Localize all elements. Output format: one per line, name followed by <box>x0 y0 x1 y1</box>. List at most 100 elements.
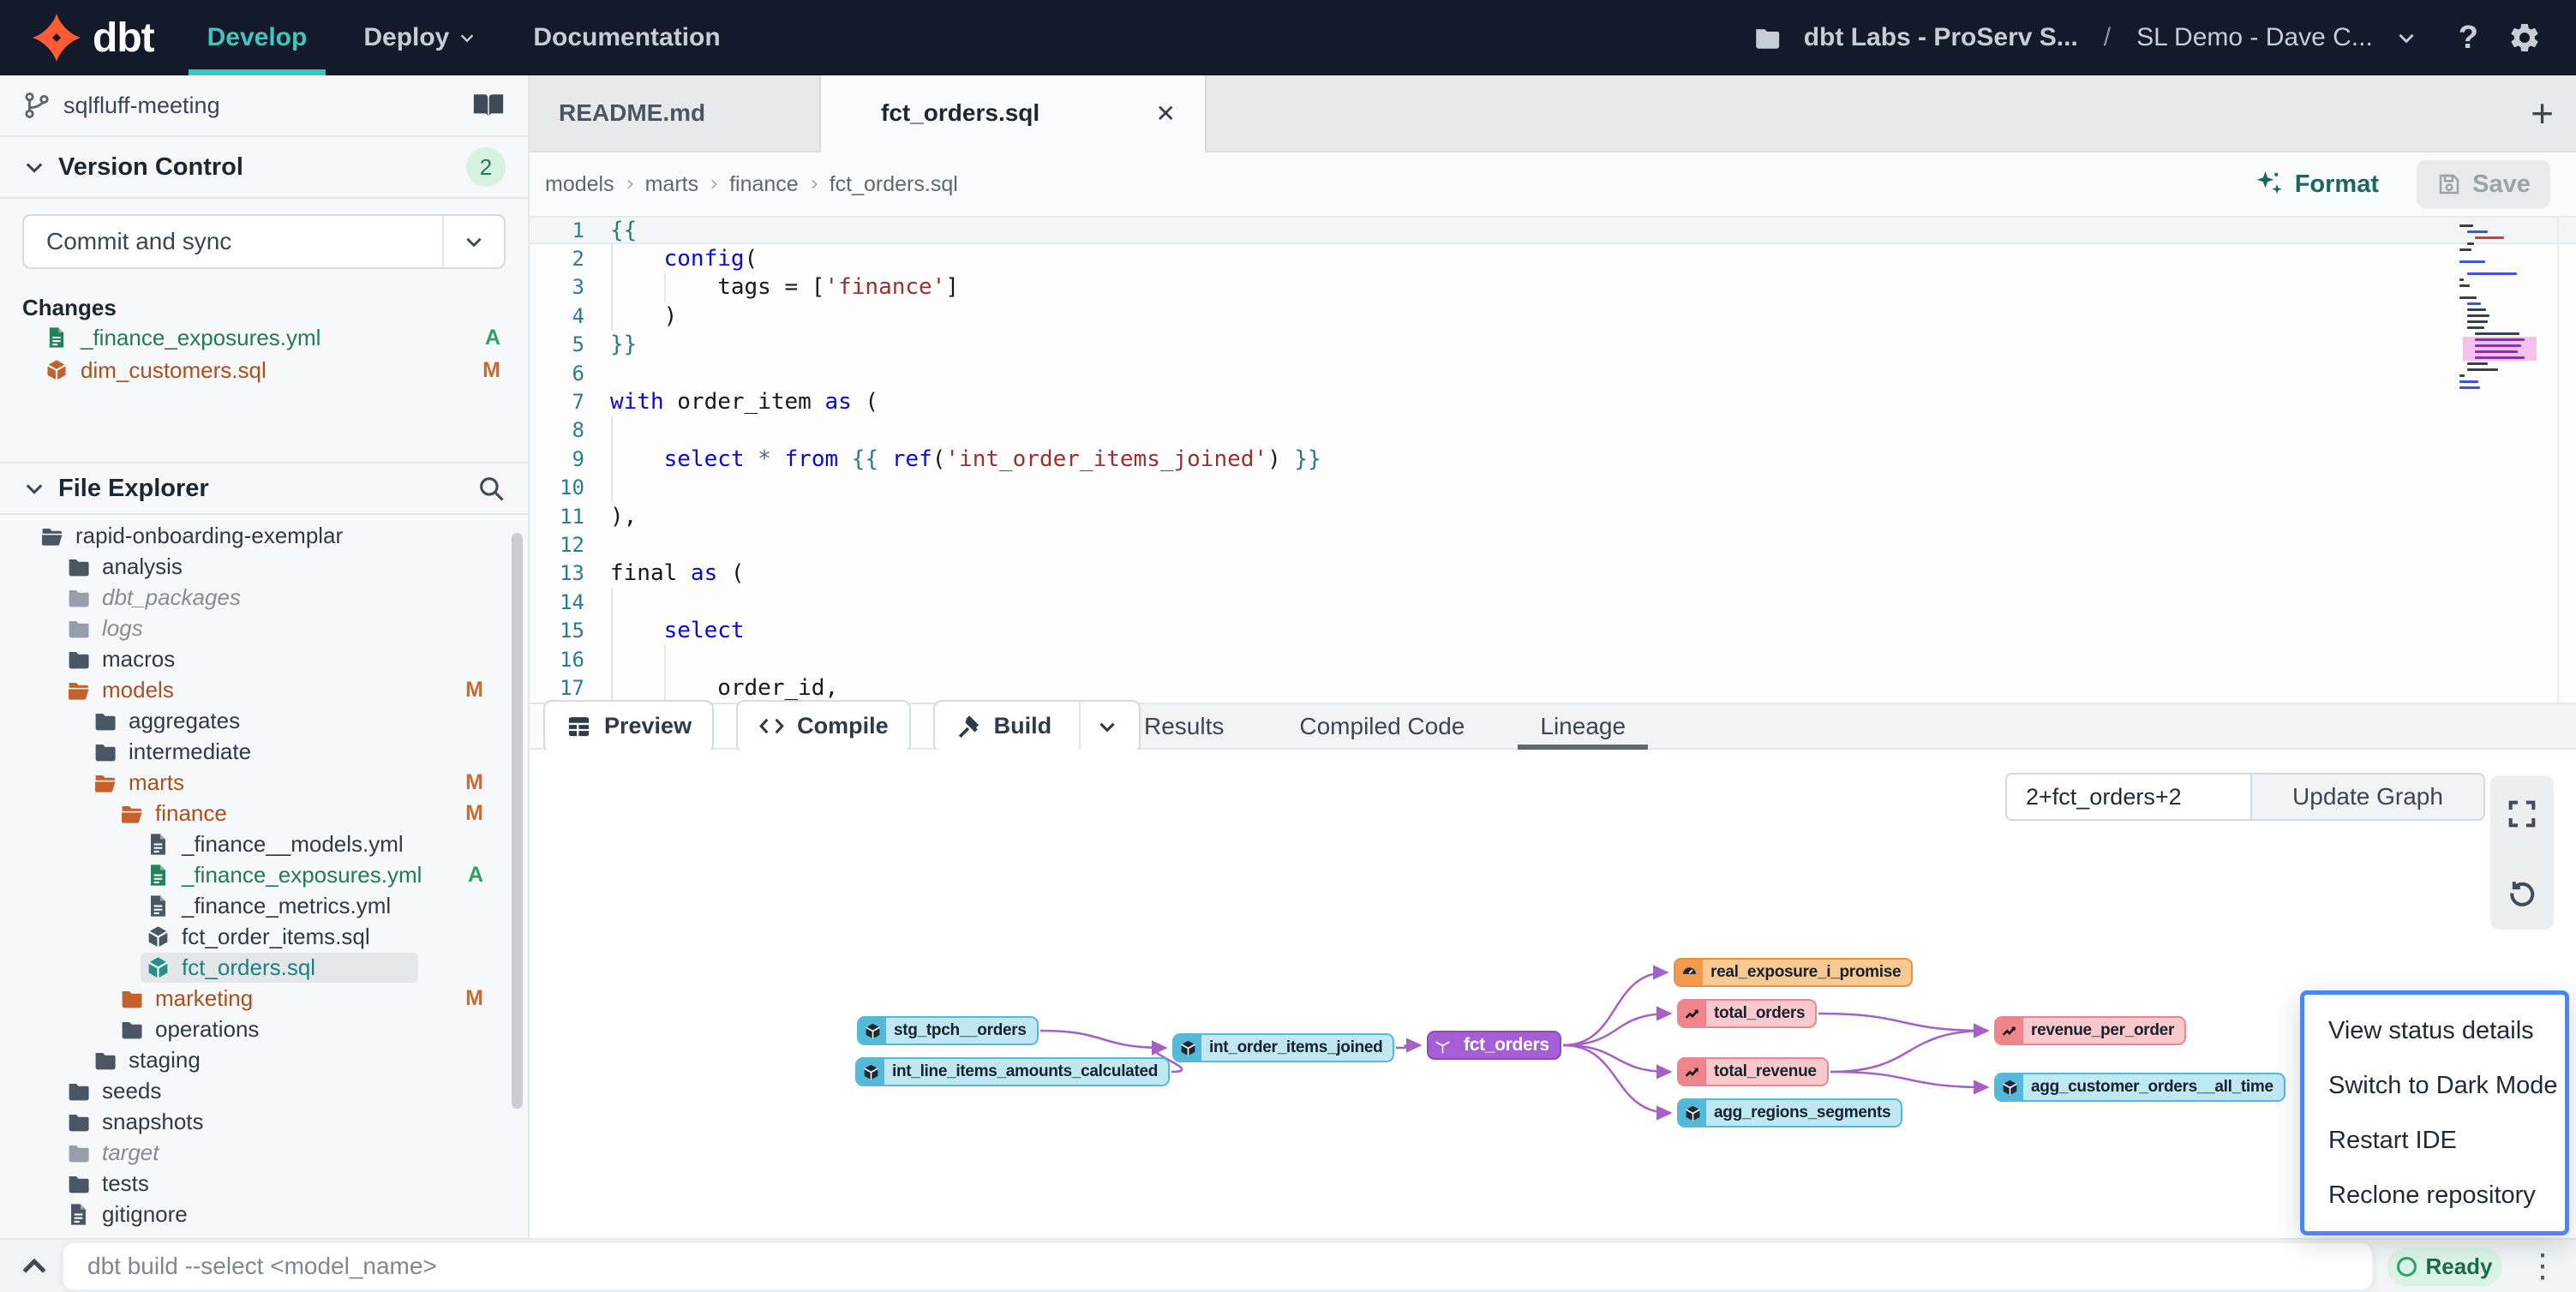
lineage-node-fct_orders[interactable]: fct_orders <box>1427 1031 1561 1060</box>
status-badge[interactable]: Ready <box>2387 1247 2502 1286</box>
dbt-logo[interactable]: dbt <box>33 14 154 62</box>
breadcrumb-segment[interactable]: finance <box>729 172 799 197</box>
panel-tab-lineage[interactable]: Lineage <box>1533 704 1632 748</box>
help-button[interactable]: ? <box>2459 20 2478 57</box>
lineage-node-stg_tpch__orders[interactable]: stg_tpch__orders <box>857 1016 1039 1045</box>
lineage-node-int_order_items_joined[interactable]: int_order_items_joined <box>1172 1033 1394 1062</box>
panel-tab-compiled-code[interactable]: Compiled Code <box>1292 704 1471 748</box>
code-line-10[interactable]: 10 <box>530 474 2576 502</box>
file-tree-item-tests[interactable]: tests <box>0 1168 528 1199</box>
lineage-node-revenue_per_order[interactable]: revenue_per_order <box>1994 1016 2186 1045</box>
file-tree-item-gitignore[interactable]: gitignore <box>0 1199 528 1229</box>
file-tree-item-snapshots[interactable]: snapshots <box>0 1106 528 1137</box>
file-tree-item-aggregates[interactable]: aggregates <box>0 705 528 736</box>
code-line-16[interactable]: 16 <box>530 645 2576 673</box>
lineage-selector-input[interactable] <box>2005 773 2252 821</box>
reset-view-icon[interactable] <box>2505 874 2539 908</box>
file-tree-item-fct_order_items.sql[interactable]: fct_order_items.sql <box>0 921 528 952</box>
file-tree-item-target[interactable]: target <box>0 1137 528 1168</box>
code-line-9[interactable]: 9 select * from {{ ref('int_order_items_… <box>530 445 2576 473</box>
menu-item-reclone-repository[interactable]: Reclone repository <box>2304 1168 2565 1223</box>
commit-options-chevron[interactable] <box>442 216 504 267</box>
chevron-down-icon[interactable] <box>2395 27 2417 49</box>
sidebar-scrollbar[interactable] <box>512 533 523 1109</box>
file-tree-item-models[interactable]: modelsM <box>0 674 528 705</box>
lineage-node-agg_regions_segments[interactable]: agg_regions_segments <box>1677 1098 1902 1128</box>
code-line-1[interactable]: 1{{ <box>530 216 2576 244</box>
file-tree-item-rapid-onboarding-exemplar[interactable]: rapid-onboarding-exemplar <box>0 520 528 551</box>
branch-name[interactable]: sqlfluff-meeting <box>63 93 220 119</box>
nav-item-deploy[interactable]: Deploy <box>363 0 476 75</box>
code-line-7[interactable]: 7with order_item as ( <box>530 387 2576 416</box>
compile-button[interactable]: Compile <box>736 700 911 753</box>
panel-tab-results[interactable]: Results <box>1137 704 1231 748</box>
account-selector[interactable]: dbt Labs - ProServ S... <box>1804 23 2078 52</box>
code-line-6[interactable]: 6 <box>530 359 2576 387</box>
file-explorer-header[interactable]: File Explorer <box>0 462 528 515</box>
breadcrumb-segment[interactable]: marts <box>645 172 699 197</box>
menu-item-switch-to-dark-mode[interactable]: Switch to Dark Mode <box>2304 1058 2565 1113</box>
file-tree-item-fct_orders.sql[interactable]: fct_orders.sql <box>0 952 528 983</box>
file-tree-item-analysis[interactable]: analysis <box>0 551 528 582</box>
file-tree-item-macros[interactable]: macros <box>0 643 528 674</box>
docs-book-icon[interactable] <box>471 91 506 120</box>
preview-button[interactable]: Preview <box>543 700 714 753</box>
kebab-menu-icon[interactable]: ⋮ <box>2526 1245 2559 1288</box>
code-editor[interactable]: 1{{2 config(3 tags = ['finance']4 )5}}67… <box>530 216 2576 703</box>
nav-item-develop[interactable]: Develop <box>207 0 308 75</box>
update-graph-button[interactable]: Update Graph <box>2252 773 2485 821</box>
file-tree-item-finance[interactable]: financeM <box>0 798 528 828</box>
file-tree-item-seeds[interactable]: seeds <box>0 1075 528 1106</box>
command-input[interactable] <box>62 1241 2374 1291</box>
format-button[interactable]: Format <box>2254 169 2379 200</box>
chevron-up-icon[interactable] <box>17 1250 51 1284</box>
file-tree-item-marts[interactable]: martsM <box>0 767 528 798</box>
code-line-11[interactable]: 11), <box>530 502 2576 530</box>
code-line-13[interactable]: 13final as ( <box>530 559 2576 588</box>
menu-item-view-status-details[interactable]: View status details <box>2304 1003 2565 1058</box>
file-tree-item-_finance_metrics.yml[interactable]: _finance_metrics.yml <box>0 890 528 921</box>
build-button[interactable]: Build <box>933 700 1141 753</box>
fullscreen-icon[interactable] <box>2505 797 2539 831</box>
breadcrumb-segment[interactable]: models <box>545 172 614 197</box>
version-control-header[interactable]: Version Control 2 <box>0 137 528 199</box>
file-tree-item-_finance__models.yml[interactable]: _finance__models.yml <box>0 828 528 859</box>
file-tree-item-intermediate[interactable]: intermediate <box>0 736 528 767</box>
commit-and-sync-button[interactable]: Commit and sync <box>22 214 506 269</box>
code-line-3[interactable]: 3 tags = ['finance'] <box>530 273 2576 302</box>
code-line-4[interactable]: 4 ) <box>530 302 2576 330</box>
code-line-17[interactable]: 17 order_id, <box>530 673 2576 702</box>
file-tree-item-staging[interactable]: staging <box>0 1044 528 1075</box>
lineage-node-total_orders[interactable]: total_orders <box>1677 999 1817 1028</box>
lineage-node-int_line_items_amounts_calculated[interactable]: int_line_items_amounts_calculated <box>855 1057 1170 1086</box>
search-icon[interactable] <box>476 474 506 503</box>
file-tree-item-logs[interactable]: logs <box>0 613 528 643</box>
menu-item-restart-ide[interactable]: Restart IDE <box>2304 1113 2565 1168</box>
editor-tab-README.md[interactable]: README.md <box>530 75 821 151</box>
code-line-5[interactable]: 5}} <box>530 331 2576 359</box>
lineage-node-agg_customer_orders__all_time[interactable]: agg_customer_orders__all_time <box>1994 1073 2285 1102</box>
new-tab-button[interactable]: + <box>2508 75 2576 151</box>
changed-file-row[interactable]: dim_customers.sql M <box>22 354 506 386</box>
lineage-node-real_exposure_i_promise[interactable]: real_exposure_i_promise <box>1674 958 1913 987</box>
file-tree-item-operations[interactable]: operations <box>0 1014 528 1044</box>
breadcrumb-segment[interactable]: fct_orders.sql <box>830 172 958 197</box>
save-button[interactable]: Save <box>2417 160 2550 208</box>
code-line-8[interactable]: 8 <box>530 416 2576 445</box>
code-line-2[interactable]: 2 config( <box>530 244 2576 272</box>
close-icon[interactable]: ✕ <box>1156 99 1176 128</box>
file-tree-item-dbt_packages[interactable]: dbt_packages <box>0 582 528 613</box>
code-line-15[interactable]: 15 select <box>530 616 2576 644</box>
project-selector[interactable]: SL Demo - Dave C... <box>2136 23 2373 52</box>
gear-icon[interactable] <box>2507 21 2542 55</box>
nav-item-documentation[interactable]: Documentation <box>533 0 720 75</box>
lineage-node-total_revenue[interactable]: total_revenue <box>1677 1057 1829 1086</box>
code-line-14[interactable]: 14 <box>530 588 2576 616</box>
file-tree-item-marketing[interactable]: marketingM <box>0 983 528 1014</box>
code-line-12[interactable]: 12 <box>530 530 2576 559</box>
file-tree-item-_finance_exposures.yml[interactable]: _finance_exposures.ymlA <box>0 859 528 890</box>
changed-file-row[interactable]: _finance_exposures.yml A <box>22 321 506 354</box>
editor-minimap[interactable] <box>2456 223 2557 391</box>
editor-tab-fct_orders.sql[interactable]: fct_orders.sql✕ <box>821 75 1207 153</box>
build-options-chevron[interactable] <box>1079 702 1118 751</box>
